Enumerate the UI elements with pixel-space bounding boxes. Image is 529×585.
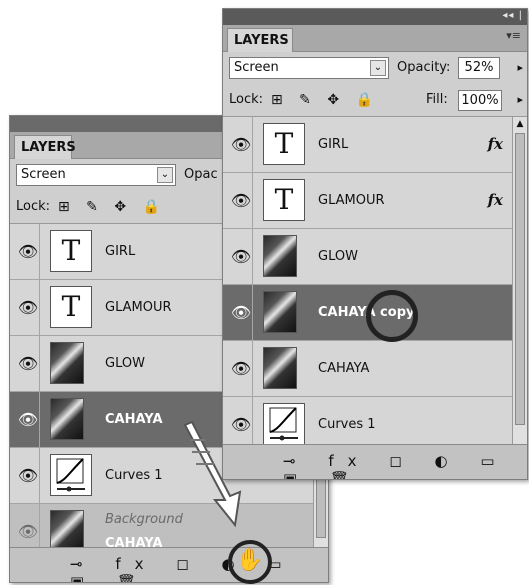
bottom-bar-icons[interactable]: ⊸ fx ◻ ◐ ▭ ▣ 🗑 bbox=[70, 555, 328, 582]
eye-icon[interactable]: 👁 bbox=[230, 229, 253, 284]
eye-icon[interactable]: 👁 bbox=[17, 336, 40, 391]
layer-name: GLOW bbox=[105, 356, 145, 371]
panel-bottom-bar: ⊸ fx ◻ ◐ ▭ ▣ 🗑 bbox=[223, 444, 527, 479]
scrollbar[interactable]: ▲ bbox=[512, 117, 527, 447]
scrollbar-thumb[interactable] bbox=[515, 133, 525, 425]
opacity-label: Opac bbox=[184, 167, 218, 182]
panel-titlebar: ◂◂ | bbox=[223, 9, 527, 25]
tab-layers[interactable]: LAYERS bbox=[14, 135, 76, 159]
layer-row-cahaya[interactable]: 👁 CAHAYA bbox=[223, 341, 527, 397]
panel-menu-icon[interactable]: ▾≡ bbox=[506, 29, 521, 42]
image-thumbnail bbox=[263, 235, 297, 277]
layer-name: GLOW bbox=[318, 249, 358, 264]
hand-cursor-icon: ✋ bbox=[236, 548, 264, 573]
image-thumbnail bbox=[50, 342, 84, 384]
eye-icon[interactable]: 👁 bbox=[17, 280, 40, 335]
curves-icon bbox=[263, 403, 305, 445]
lock-label: Lock: bbox=[229, 92, 264, 107]
image-thumbnail bbox=[50, 510, 84, 552]
eye-icon[interactable]: 👁 bbox=[230, 173, 253, 228]
text-layer-thumbnail: T bbox=[263, 123, 305, 165]
layer-row-girl[interactable]: 👁 T GIRL fx ▾ bbox=[223, 117, 527, 173]
blend-mode-value: Screen bbox=[21, 167, 66, 182]
layers-panel-front: ◂◂ | LAYERS ▾≡ Screen ⌄ Opacity: 52% ▸ Lo… bbox=[222, 8, 528, 480]
chevron-down-icon[interactable]: ⌄ bbox=[370, 60, 386, 76]
eye-icon[interactable]: 👁 bbox=[230, 341, 253, 396]
fill-label: Fill: bbox=[426, 92, 448, 107]
opacity-label: Opacity: bbox=[397, 60, 451, 75]
layer-name: GIRL bbox=[318, 137, 349, 152]
eye-icon[interactable]: 👁 bbox=[17, 448, 40, 503]
tab-layers[interactable]: LAYERS bbox=[227, 28, 293, 52]
lock-icons[interactable]: ⊞ ✎ ✥ 🔒 bbox=[271, 90, 379, 110]
opacity-input[interactable]: 52% bbox=[458, 57, 500, 79]
lock-label: Lock: bbox=[16, 199, 51, 214]
text-layer-thumbnail: T bbox=[263, 179, 305, 221]
layer-name: GLAMOUR bbox=[318, 193, 385, 208]
curves-icon bbox=[50, 454, 92, 496]
layer-name: CAHAYA bbox=[318, 361, 370, 376]
blend-mode-select[interactable]: Screen ⌄ bbox=[229, 57, 389, 79]
bottom-bar-icons[interactable]: ⊸ fx ◻ ◐ ▭ ▣ 🗑 bbox=[283, 452, 527, 479]
eye-icon[interactable]: 👁 bbox=[17, 224, 40, 279]
eye-icon[interactable]: 👁 bbox=[230, 285, 253, 340]
lock-icons[interactable]: ⊞ ✎ ✥ 🔒 bbox=[58, 197, 166, 217]
blend-mode-value: Screen bbox=[234, 60, 279, 75]
opacity-arrow-icon[interactable]: ▸ bbox=[517, 61, 523, 74]
fill-arrow-icon[interactable]: ▸ bbox=[517, 93, 523, 106]
blend-row: Screen ⌄ Opacity: 52% ▸ bbox=[223, 52, 527, 84]
fx-icon[interactable]: fx bbox=[488, 173, 503, 228]
layers-list: 👁 T GIRL fx ▾ 👁 T GLAMOUR fx ▾ 👁 GLOW 👁 … bbox=[223, 117, 527, 453]
eye-icon[interactable]: 👁 bbox=[17, 392, 40, 447]
layer-row-glow[interactable]: 👁 GLOW bbox=[223, 229, 527, 285]
image-thumbnail bbox=[263, 291, 297, 333]
blend-mode-select[interactable]: Screen ⌄ bbox=[16, 164, 176, 186]
drag-arrow-icon bbox=[183, 420, 242, 528]
eye-icon[interactable]: 👁 bbox=[230, 117, 253, 172]
highlight-circle bbox=[366, 290, 418, 342]
panel-bottom-bar: ⊸ fx ◻ ◐ ▭ ▣ 🗑 bbox=[10, 547, 328, 582]
tab-row: LAYERS ▾≡ bbox=[223, 25, 527, 52]
chevron-down-icon[interactable]: ⌄ bbox=[157, 167, 173, 183]
text-layer-thumbnail: T bbox=[50, 230, 92, 272]
collapse-icon[interactable]: ◂◂ | bbox=[502, 10, 523, 21]
text-layer-thumbnail: T bbox=[50, 286, 92, 328]
fill-input[interactable]: 100% bbox=[458, 90, 502, 111]
image-thumbnail bbox=[50, 398, 84, 440]
layer-name: CAHAYA bbox=[105, 412, 163, 427]
lock-row: Lock: ⊞ ✎ ✥ 🔒 Fill: 100% ▸ bbox=[223, 84, 527, 117]
layer-name: GLAMOUR bbox=[105, 300, 172, 315]
layer-row-glamour[interactable]: 👁 T GLAMOUR fx ▾ bbox=[223, 173, 527, 229]
image-thumbnail bbox=[263, 347, 297, 389]
scroll-up-icon[interactable]: ▲ bbox=[513, 117, 527, 131]
layer-name: GIRL bbox=[105, 244, 136, 259]
fx-icon[interactable]: fx bbox=[488, 117, 503, 172]
